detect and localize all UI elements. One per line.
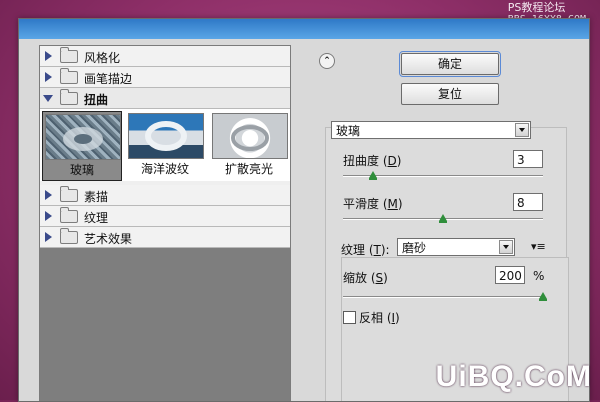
thumb-label: 海洋波纹 xyxy=(140,162,189,176)
dropdown-arrow-icon[interactable] xyxy=(499,240,513,254)
smoothness-slider-knob[interactable] xyxy=(439,214,447,223)
thumb-glass[interactable]: 玻璃 xyxy=(42,111,122,181)
distortion-label: 扭曲度 (D) xyxy=(343,154,402,168)
scaling-label: 缩放 (S) xyxy=(343,271,388,285)
category-label: 纹理 xyxy=(84,211,109,225)
ok-button[interactable]: 确定 xyxy=(399,51,501,77)
filter-type-select[interactable]: 玻璃 xyxy=(331,121,531,139)
filter-gallery-dialog: 风格化 画笔描边 扭曲 玻璃 海洋波纹 扩散亮光 素描 纹理 艺术效果 ⌃ 确定… xyxy=(18,18,590,402)
folder-icon xyxy=(60,207,78,223)
glow-ring-icon xyxy=(231,125,269,151)
expand-triangle-icon[interactable] xyxy=(45,51,52,61)
scaling-slider-track[interactable] xyxy=(343,296,543,298)
filter-type-value: 玻璃 xyxy=(336,124,361,138)
dialog-titlebar[interactable] xyxy=(19,19,589,39)
ring-sculpture-icon xyxy=(145,121,187,151)
folder-icon xyxy=(60,228,78,244)
glass-sculpture-icon xyxy=(63,127,103,151)
ocean-ripple-preview-image xyxy=(128,113,204,159)
expand-triangle-icon[interactable] xyxy=(45,190,52,200)
category-artistic[interactable]: 艺术效果 xyxy=(40,227,290,248)
collapse-triangle-icon[interactable] xyxy=(43,95,53,102)
watermark-bottom: UiBQ.CoM xyxy=(435,360,592,393)
folder-icon xyxy=(60,186,78,202)
distort-thumbnails: 玻璃 海洋波纹 扩散亮光 xyxy=(40,109,290,181)
invert-label: 反相 (I) xyxy=(359,311,400,325)
folder-icon xyxy=(60,68,78,84)
category-label: 风格化 xyxy=(84,51,121,65)
category-label: 扭曲 xyxy=(84,93,109,107)
smoothness-input[interactable]: 8 xyxy=(513,193,543,211)
watermark-top-line1: PS教程论坛 xyxy=(507,1,566,14)
category-stylize[interactable]: 风格化 xyxy=(40,46,290,67)
thumb-label: 玻璃 xyxy=(69,163,94,177)
category-label: 画笔描边 xyxy=(84,72,133,86)
filter-category-list: 风格化 画笔描边 扭曲 玻璃 海洋波纹 扩散亮光 素描 纹理 艺术效果 xyxy=(39,45,291,401)
texture-value: 磨砂 xyxy=(402,241,427,255)
category-label: 素描 xyxy=(84,190,109,204)
distortion-slider-knob[interactable] xyxy=(369,171,377,180)
folder-icon xyxy=(60,47,78,63)
category-label: 艺术效果 xyxy=(84,232,133,246)
reset-button[interactable]: 复位 xyxy=(401,83,499,105)
category-texture[interactable]: 纹理 xyxy=(40,206,290,227)
thumb-label: 扩散亮光 xyxy=(224,162,273,176)
category-sketch[interactable]: 素描 xyxy=(40,185,290,206)
expand-triangle-icon[interactable] xyxy=(45,72,52,82)
expand-triangle-icon[interactable] xyxy=(45,211,52,221)
scaling-input[interactable]: 200 xyxy=(495,266,525,284)
smoothness-label: 平滑度 (M) xyxy=(343,197,403,211)
category-distort[interactable]: 扭曲 xyxy=(40,88,290,109)
glass-preview-image xyxy=(45,114,121,160)
collapse-panel-button[interactable]: ⌃ xyxy=(319,53,335,69)
thumb-diffuse-glow[interactable]: 扩散亮光 xyxy=(210,111,288,179)
texture-label: 纹理 (T): xyxy=(341,243,390,257)
invert-checkbox[interactable] xyxy=(343,311,356,324)
texture-select[interactable]: 磨砂 xyxy=(397,238,515,256)
dropdown-arrow-icon[interactable] xyxy=(515,123,529,137)
category-brush-strokes[interactable]: 画笔描边 xyxy=(40,67,290,88)
scaling-slider-knob[interactable] xyxy=(539,292,547,301)
expand-triangle-icon[interactable] xyxy=(45,232,52,242)
distortion-input[interactable]: 3 xyxy=(513,150,543,168)
folder-open-icon xyxy=(60,89,78,105)
empty-list-area xyxy=(40,248,290,401)
thumb-ocean-ripple[interactable]: 海洋波纹 xyxy=(126,111,204,179)
diffuse-glow-preview-image xyxy=(212,113,288,159)
texture-menu-icon[interactable]: ▾≡ xyxy=(531,241,546,253)
scaling-unit: % xyxy=(533,269,545,283)
